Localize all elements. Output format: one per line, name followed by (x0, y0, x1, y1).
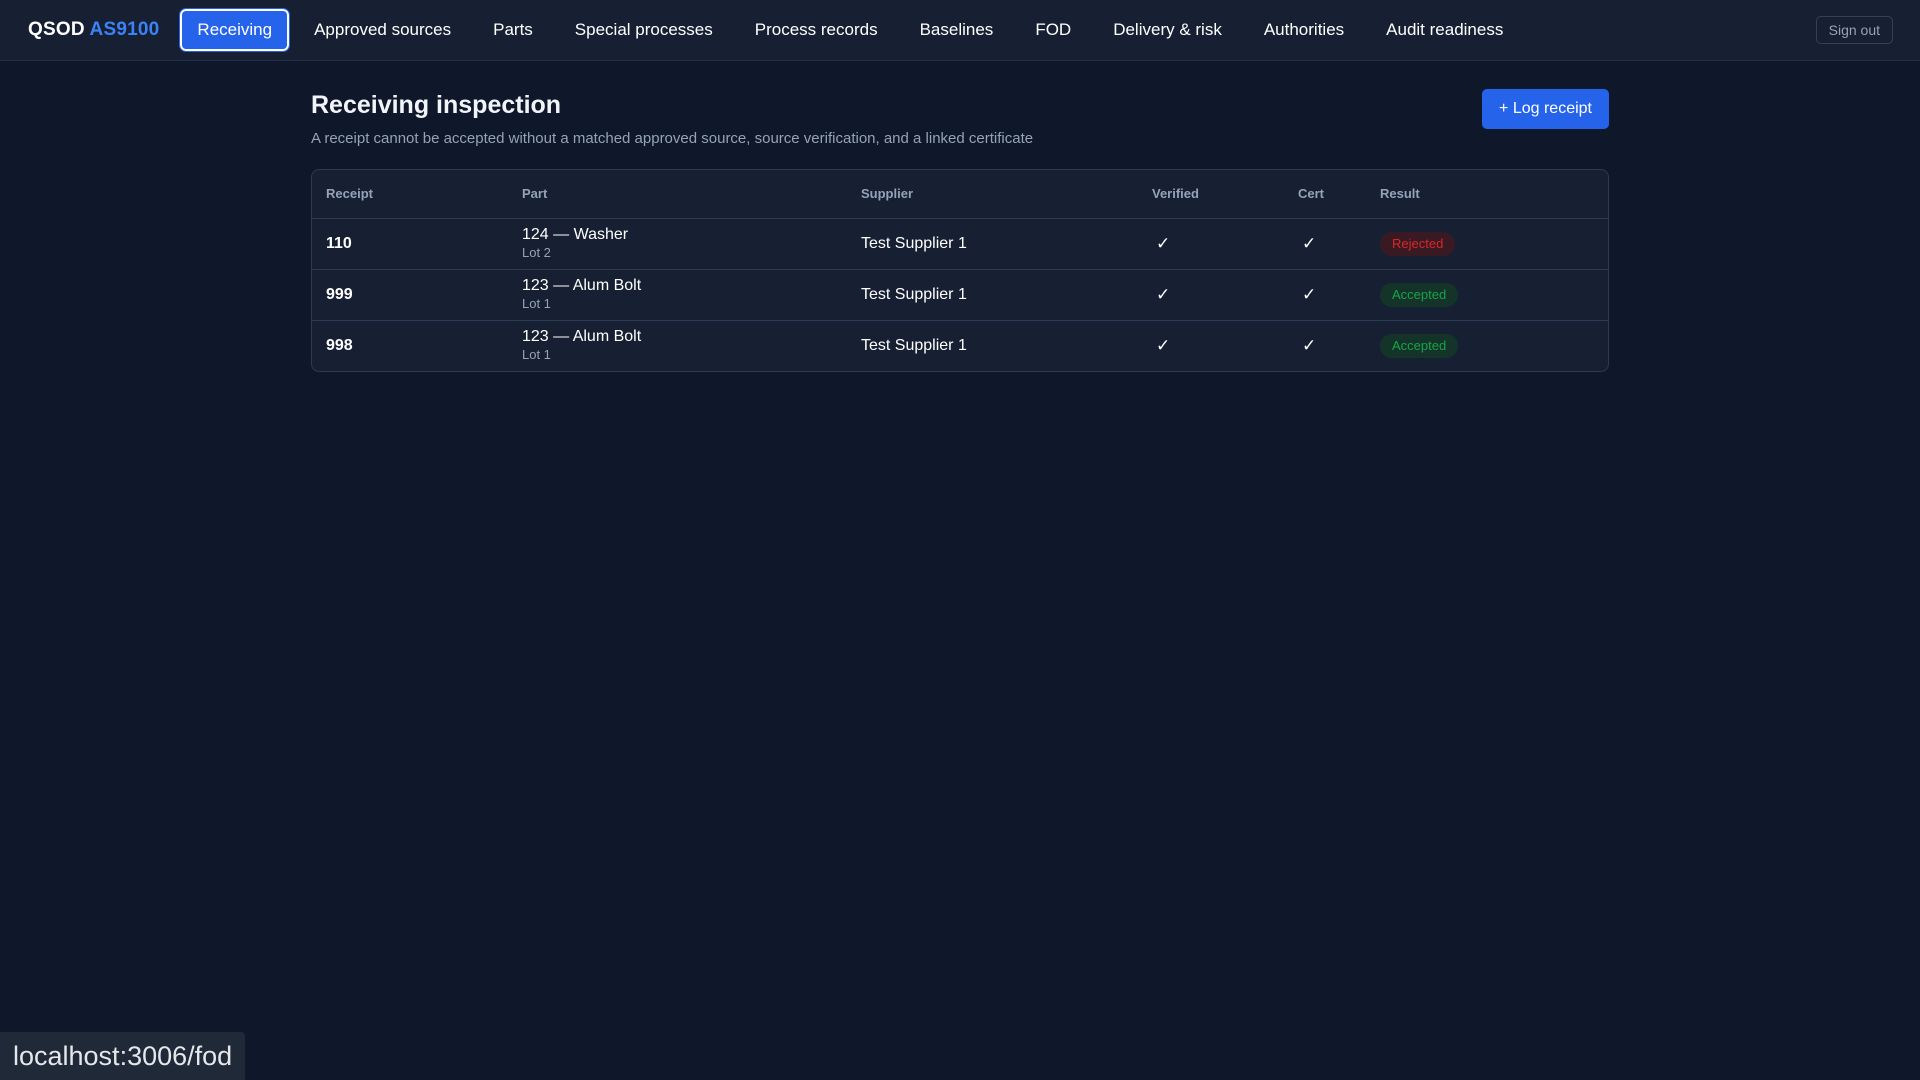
brand-accent: AS9100 (89, 19, 160, 40)
status-bar-url: localhost:3006/fod (0, 1032, 246, 1080)
nav-item-receiving[interactable]: Receiving (179, 8, 291, 52)
part-lot: Lot 1 (522, 296, 551, 311)
nav-item-approved-sources[interactable]: Approved sources (297, 10, 468, 50)
nav-item-fod[interactable]: FOD (1018, 10, 1088, 50)
table-row[interactable]: 998 123 — Alum Bolt Lot 1 Test Supplier … (312, 320, 1608, 371)
cert-check-icon: ✓ (1302, 335, 1317, 355)
nav-item-parts[interactable]: Parts (476, 10, 550, 50)
part-lot: Lot 1 (522, 347, 551, 363)
status-badge: Accepted (1380, 333, 1459, 358)
receipts-table: Receipt Part Supplier Verified Cert Resu… (312, 170, 1608, 371)
nav-item-delivery-risk[interactable]: Delivery & risk (1096, 10, 1239, 50)
status-badge: Accepted (1380, 282, 1459, 307)
brand-name: QSOD (28, 19, 85, 40)
table-row[interactable]: 999 123 — Alum Bolt Lot 1 Test Supplier … (312, 269, 1608, 321)
result-cell: Rejected (1366, 218, 1608, 270)
verified-check-icon: ✓ (1138, 269, 1284, 321)
page-title: Receiving inspection (311, 91, 562, 119)
column-header-result[interactable]: Result (1366, 170, 1608, 219)
receipt-id: 998 (326, 336, 353, 354)
column-header-verified[interactable]: Verified (1138, 170, 1284, 219)
table-header-row: Receipt Part Supplier Verified Cert Resu… (312, 170, 1608, 219)
part-name: 123 — Alum Bolt (522, 328, 642, 346)
log-receipt-button[interactable]: + Log receipt (1482, 89, 1609, 129)
cert-check-icon: ✓ (1284, 269, 1366, 321)
page-subtitle: A receipt cannot be accepted without a m… (311, 130, 1034, 147)
main-content: Receiving inspection A receipt cannot be… (311, 89, 1609, 372)
nav-menu: Receiving Approved sources Parts Special… (179, 8, 1528, 52)
part-cell: 123 — Alum Bolt Lot 1 (508, 269, 847, 321)
part-name: 123 — Alum Bolt (522, 277, 642, 294)
nav-item-special-processes[interactable]: Special processes (558, 10, 730, 50)
receipts-table-card: Receipt Part Supplier Verified Cert Resu… (311, 169, 1609, 372)
result-cell: Accepted (1366, 269, 1608, 321)
receipt-id: 999 (312, 269, 508, 321)
supplier-name: Test Supplier 1 (847, 218, 1138, 270)
column-header-receipt[interactable]: Receipt (312, 170, 508, 219)
column-header-supplier[interactable]: Supplier (847, 170, 1138, 219)
table-row[interactable]: 110 124 — Washer Lot 2 Test Supplier 1 ✓… (312, 218, 1608, 270)
top-navigation-bar: QSOD AS9100 Receiving Approved sources P… (0, 0, 1920, 61)
cert-check-icon: ✓ (1284, 218, 1366, 270)
nav-item-authorities[interactable]: Authorities (1247, 10, 1361, 50)
verified-check-icon: ✓ (1156, 335, 1171, 355)
sign-out-button[interactable]: Sign out (1815, 16, 1893, 44)
supplier-name: Test Supplier 1 (861, 336, 967, 354)
result-cell: Accepted (1366, 320, 1608, 371)
verified-check-icon: ✓ (1138, 218, 1284, 270)
part-cell: 124 — Washer Lot 2 (508, 218, 847, 270)
app-logo[interactable]: QSOD AS9100 (28, 19, 159, 41)
part-cell: 123 — Alum Bolt Lot 1 (508, 320, 847, 371)
supplier-name: Test Supplier 1 (847, 269, 1138, 321)
part-name: 124 — Washer (522, 226, 629, 243)
nav-item-process-records[interactable]: Process records (738, 10, 895, 50)
nav-item-baselines[interactable]: Baselines (903, 10, 1011, 50)
status-badge: Rejected (1380, 231, 1456, 256)
part-lot: Lot 2 (522, 245, 551, 260)
column-header-part[interactable]: Part (508, 170, 847, 219)
column-header-cert[interactable]: Cert (1284, 170, 1366, 219)
receipt-id: 110 (312, 218, 508, 270)
nav-item-audit-readiness[interactable]: Audit readiness (1369, 10, 1520, 50)
